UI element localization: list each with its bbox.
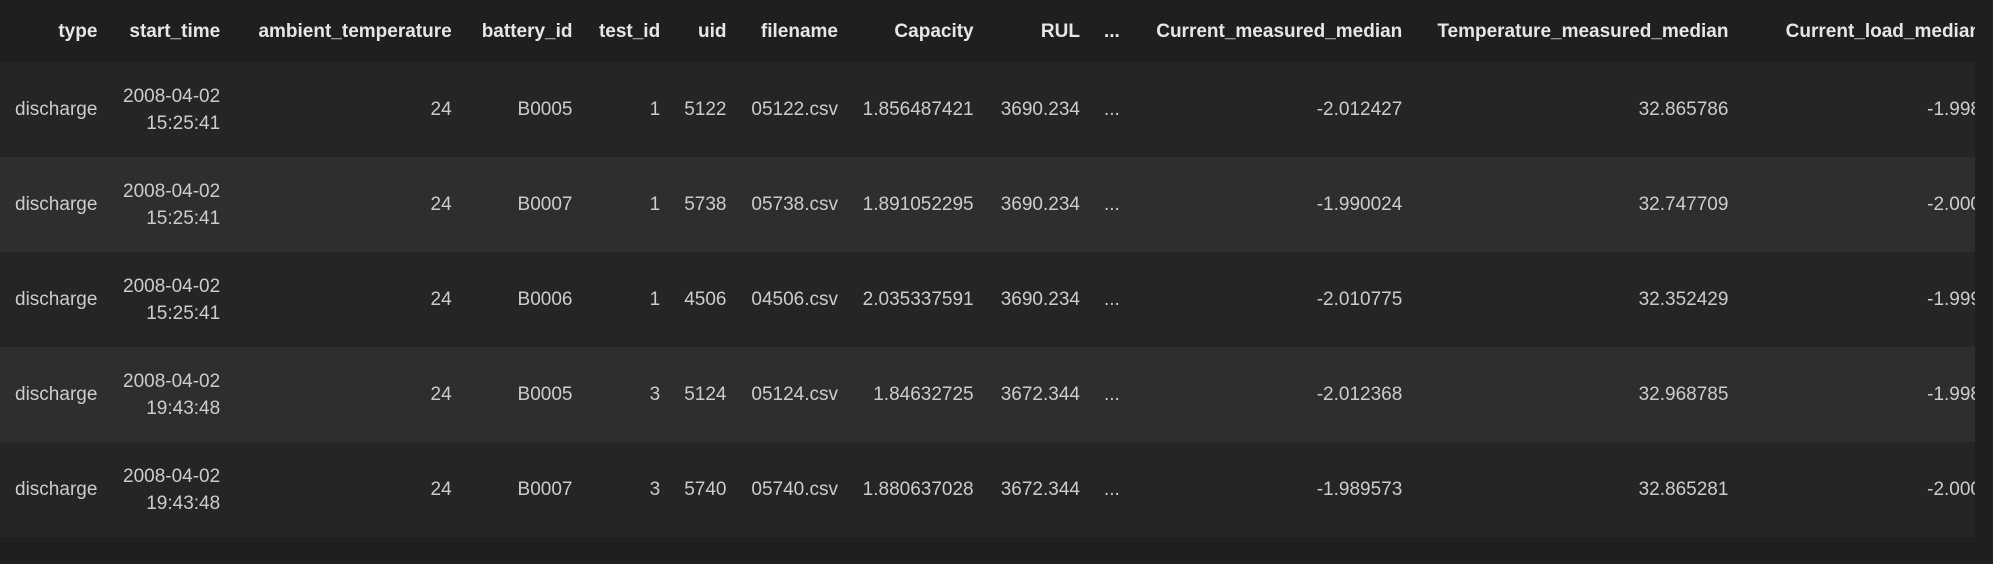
cell-ellipsis: ... [1091,252,1132,347]
column-header-filename: filename [738,0,850,62]
cell-start-time: 2008-04-02 15:25:41 [109,252,233,347]
cell-filename: 05738.csv [738,157,850,252]
cell-current-load-median: -2.000 [1740,157,1993,252]
cell-battery-id: B0006 [463,252,585,347]
cell-type: discharge [0,442,110,537]
header-row: type start_time ambient_temperature batt… [0,0,1993,62]
cell-test-id: 3 [584,347,673,442]
column-header-capacity: Capacity [850,0,986,62]
cell-temperature-measured-median: 32.747709 [1414,157,1741,252]
cell-uid: 5738 [672,157,739,252]
column-header-current-measured-median: Current_measured_median [1131,0,1415,62]
cell-current-measured-median: -2.012368 [1131,347,1415,442]
column-header-start-time: start_time [109,0,233,62]
column-header-rul: RUL [985,0,1092,62]
horizontal-scroll-gutter[interactable] [1975,0,1993,564]
cell-ambient-temperature: 24 [232,442,464,537]
column-header-type: type [0,0,110,62]
dataframe-table: type start_time ambient_temperature batt… [0,0,1993,537]
cell-battery-id: B0007 [463,442,585,537]
cell-current-measured-median: -1.990024 [1131,157,1415,252]
cell-start-time: 2008-04-02 15:25:41 [109,62,233,157]
cell-current-load-median: -1.998 [1740,347,1993,442]
column-header-ellipsis: ... [1091,0,1132,62]
cell-filename: 05122.csv [738,62,850,157]
column-header-battery-id: battery_id [463,0,585,62]
cell-test-id: 1 [584,157,673,252]
cell-filename: 04506.csv [738,252,850,347]
cell-current-load-median: -2.000 [1740,442,1993,537]
cell-capacity: 2.035337591 [850,252,986,347]
cell-ambient-temperature: 24 [232,62,464,157]
cell-type: discharge [0,157,110,252]
column-header-test-id: test_id [584,0,673,62]
column-header-uid: uid [672,0,739,62]
cell-start-time: 2008-04-02 19:43:48 [109,442,233,537]
cell-type: discharge [0,252,110,347]
column-header-temperature-measured-median: Temperature_measured_median [1414,0,1741,62]
cell-test-id: 3 [584,442,673,537]
cell-current-load-median: -1.998 [1740,62,1993,157]
cell-rul: 3690.234 [985,157,1092,252]
cell-ellipsis: ... [1091,347,1132,442]
cell-type: discharge [0,62,110,157]
cell-ambient-temperature: 24 [232,157,464,252]
cell-current-measured-median: -1.989573 [1131,442,1415,537]
cell-battery-id: B0005 [463,62,585,157]
cell-start-time: 2008-04-02 15:25:41 [109,157,233,252]
cell-uid: 5124 [672,347,739,442]
cell-capacity: 1.891052295 [850,157,986,252]
cell-start-time: 2008-04-02 19:43:48 [109,347,233,442]
table-row: discharge 2008-04-02 15:25:41 24 B0005 1… [0,62,1993,157]
cell-rul: 3690.234 [985,252,1092,347]
cell-filename: 05124.csv [738,347,850,442]
column-header-current-load-median: Current_load_median [1740,0,1993,62]
cell-rul: 3690.234 [985,62,1092,157]
cell-current-load-median: -1.999 [1740,252,1993,347]
cell-battery-id: B0007 [463,157,585,252]
cell-uid: 5740 [672,442,739,537]
cell-uid: 4506 [672,252,739,347]
cell-current-measured-median: -2.010775 [1131,252,1415,347]
dataframe-output: type start_time ambient_temperature batt… [0,0,1993,564]
cell-ellipsis: ... [1091,62,1132,157]
cell-test-id: 1 [584,252,673,347]
cell-ellipsis: ... [1091,442,1132,537]
cell-rul: 3672.344 [985,347,1092,442]
cell-ambient-temperature: 24 [232,252,464,347]
cell-temperature-measured-median: 32.352429 [1414,252,1741,347]
cell-filename: 05740.csv [738,442,850,537]
cell-capacity: 1.84632725 [850,347,986,442]
cell-ambient-temperature: 24 [232,347,464,442]
cell-temperature-measured-median: 32.865281 [1414,442,1741,537]
cell-capacity: 1.856487421 [850,62,986,157]
table-row: discharge 2008-04-02 19:43:48 24 B0007 3… [0,442,1993,537]
cell-rul: 3672.344 [985,442,1092,537]
cell-ellipsis: ... [1091,157,1132,252]
cell-uid: 5122 [672,62,739,157]
cell-temperature-measured-median: 32.968785 [1414,347,1741,442]
cell-type: discharge [0,347,110,442]
cell-capacity: 1.880637028 [850,442,986,537]
column-header-ambient-temperature: ambient_temperature [232,0,464,62]
cell-battery-id: B0005 [463,347,585,442]
cell-current-measured-median: -2.012427 [1131,62,1415,157]
cell-test-id: 1 [584,62,673,157]
table-row: discharge 2008-04-02 15:25:41 24 B0006 1… [0,252,1993,347]
table-row: discharge 2008-04-02 19:43:48 24 B0005 3… [0,347,1993,442]
table-row: discharge 2008-04-02 15:25:41 24 B0007 1… [0,157,1993,252]
cell-temperature-measured-median: 32.865786 [1414,62,1741,157]
